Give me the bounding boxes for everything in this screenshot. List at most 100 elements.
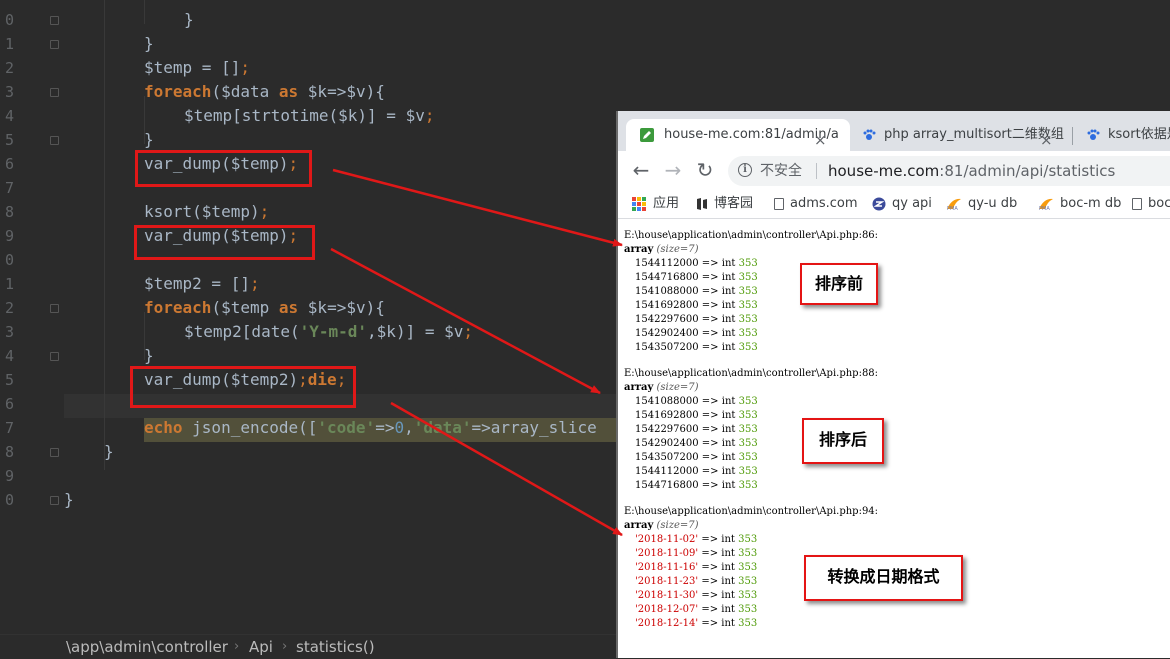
code-line[interactable]: ksort($temp); bbox=[144, 200, 269, 224]
code-line[interactable]: } bbox=[184, 8, 194, 32]
paw-icon bbox=[1087, 129, 1100, 140]
dump-item: 1544716800 => int 353 bbox=[635, 480, 758, 491]
dump-file-path: E:\house\application\admin\controller\Ap… bbox=[624, 230, 879, 241]
dump-item: '2018-12-14' => int 353 bbox=[635, 618, 758, 629]
tab-bar: house-me.com:81/admin/a php array_multis… bbox=[618, 111, 1170, 151]
dump-file-path: E:\house\application\admin\controller\Ap… bbox=[624, 506, 879, 517]
line-number: 0 bbox=[4, 251, 14, 269]
line-number: 0 bbox=[4, 491, 14, 509]
fold-marker-icon[interactable] bbox=[50, 88, 59, 97]
fold-marker-icon[interactable] bbox=[50, 136, 59, 145]
reload-button[interactable]: ↻ bbox=[692, 151, 718, 189]
line-number: 3 bbox=[4, 323, 14, 341]
annotation-box bbox=[135, 150, 312, 187]
tab-ksort[interactable]: ksort依据是 bbox=[1078, 119, 1170, 151]
security-label[interactable]: 不安全 bbox=[760, 156, 802, 186]
code-line[interactable]: $temp[strtotime($k)] = $v; bbox=[184, 104, 434, 128]
code-line[interactable]: } bbox=[144, 128, 154, 152]
line-number: 8 bbox=[4, 203, 14, 221]
bookmark-cnblogs[interactable]: 博客园 bbox=[696, 189, 753, 218]
fold-marker-icon[interactable] bbox=[50, 448, 59, 457]
fold-marker-icon[interactable] bbox=[50, 40, 59, 49]
indent-guide bbox=[144, 0, 145, 24]
dump-item: 1542297600 => int 353 bbox=[635, 314, 758, 325]
label-date-format: 转换成日期格式 bbox=[804, 555, 963, 601]
dump-item: 1543507200 => int 353 bbox=[635, 342, 758, 353]
dump-item: 1542902400 => int 353 bbox=[635, 328, 758, 339]
fold-marker-icon[interactable] bbox=[50, 352, 59, 361]
bookmark-boc-m-db[interactable]: PMA boc-m db bbox=[1038, 189, 1121, 218]
line-number: 9 bbox=[4, 227, 14, 245]
forward-button[interactable]: → bbox=[660, 151, 686, 189]
bookmark-apps[interactable]: 应用 bbox=[632, 189, 679, 218]
url-host: house-me.com bbox=[828, 162, 940, 180]
code-line[interactable]: echo json_encode(['code'=>0,'data'=>arra… bbox=[144, 416, 597, 440]
apps-icon bbox=[632, 196, 646, 211]
line-number: 3 bbox=[4, 83, 14, 101]
paw-icon bbox=[863, 129, 876, 140]
fold-marker-icon[interactable] bbox=[50, 16, 59, 25]
back-button[interactable]: ← bbox=[628, 151, 654, 189]
line-number: 4 bbox=[4, 107, 14, 125]
dump-item: 1544112000 => int 353 bbox=[635, 466, 758, 477]
indent-guide bbox=[104, 0, 105, 470]
tab-separator bbox=[1072, 127, 1073, 145]
line-number: 2 bbox=[4, 299, 14, 317]
fold-marker-icon[interactable] bbox=[50, 496, 59, 505]
code-line[interactable]: $temp = []; bbox=[144, 56, 250, 80]
line-number: 5 bbox=[4, 371, 14, 389]
svg-text:PMA: PMA bbox=[947, 206, 958, 211]
dump-file-path: E:\house\application\admin\controller\Ap… bbox=[624, 368, 879, 379]
line-number: 5 bbox=[4, 131, 14, 149]
code-line[interactable]: } bbox=[104, 440, 114, 464]
label-after-sort: 排序后 bbox=[802, 418, 884, 464]
tab-title: house-me.com:81/admin/a bbox=[664, 127, 839, 142]
line-number: 6 bbox=[4, 395, 14, 413]
page-icon bbox=[774, 197, 784, 210]
svg-text:PMA: PMA bbox=[1039, 206, 1050, 211]
dump-array-header: array (size=7) bbox=[624, 244, 699, 255]
annotation-box bbox=[134, 225, 315, 260]
breadcrumb-namespace[interactable]: \app\admin\controller bbox=[66, 635, 228, 659]
code-line[interactable]: foreach($temp as $k=>$v){ bbox=[144, 296, 385, 320]
bookmark-qy-u-db[interactable]: PMA qy-u db bbox=[946, 189, 1017, 218]
bookmark-adms[interactable]: adms.com bbox=[774, 189, 858, 218]
url-text[interactable]: house-me.com:81/admin/api/statistics bbox=[828, 156, 1115, 186]
phpmyadmin-icon: PMA bbox=[1039, 198, 1053, 211]
line-number: 4 bbox=[4, 347, 14, 365]
api-icon bbox=[872, 197, 886, 210]
breadcrumb-method[interactable]: statistics() bbox=[296, 635, 375, 659]
line-number: 1 bbox=[4, 35, 14, 53]
code-line[interactable]: $temp2 = []; bbox=[144, 272, 260, 296]
line-number: 8 bbox=[4, 443, 14, 461]
browser-toolbar: ← → ↻ i 不安全 house-me.com:81/admin/api/st… bbox=[618, 151, 1170, 189]
code-line[interactable]: } bbox=[144, 344, 154, 368]
bookmark-boc[interactable]: boc bbox=[1132, 189, 1170, 218]
line-number: 1 bbox=[4, 275, 14, 293]
bookmarks-bar: 应用 博客园 adms.com qy api PMA qy-u db PMA boc… bbox=[618, 189, 1170, 219]
tab-title: ksort依据是 bbox=[1108, 127, 1170, 142]
address-bar[interactable]: i 不安全 house-me.com:81/admin/api/statisti… bbox=[728, 156, 1170, 186]
cnblogs-icon bbox=[697, 197, 707, 210]
info-icon[interactable]: i bbox=[738, 163, 752, 177]
code-line[interactable]: foreach($data as $k=>$v){ bbox=[144, 80, 385, 104]
phpmyadmin-icon: PMA bbox=[947, 198, 961, 211]
tab-title: php array_multisort二维数组 bbox=[884, 127, 1064, 142]
url-path: :81/admin/api/statistics bbox=[939, 162, 1116, 180]
breadcrumb-separator: › bbox=[282, 639, 288, 654]
dump-array-header: array (size=7) bbox=[624, 520, 699, 531]
pencil-icon bbox=[640, 128, 654, 142]
page-icon bbox=[1132, 197, 1142, 210]
code-line[interactable]: } bbox=[64, 488, 74, 512]
annotation-box bbox=[130, 366, 356, 408]
breadcrumb-class[interactable]: Api bbox=[249, 635, 273, 659]
line-number: 9 bbox=[4, 467, 14, 485]
fold-marker-icon[interactable] bbox=[50, 304, 59, 313]
line-number: 6 bbox=[4, 155, 14, 173]
line-number: 2 bbox=[4, 59, 14, 77]
dump-item: '2018-12-07' => int 353 bbox=[635, 604, 758, 615]
bookmark-qy-api[interactable]: qy api bbox=[872, 189, 932, 218]
code-line[interactable]: $temp2[date('Y-m-d',$k)] = $v; bbox=[184, 320, 473, 344]
label-before-sort: 排序前 bbox=[800, 263, 878, 305]
code-line[interactable]: } bbox=[144, 32, 154, 56]
